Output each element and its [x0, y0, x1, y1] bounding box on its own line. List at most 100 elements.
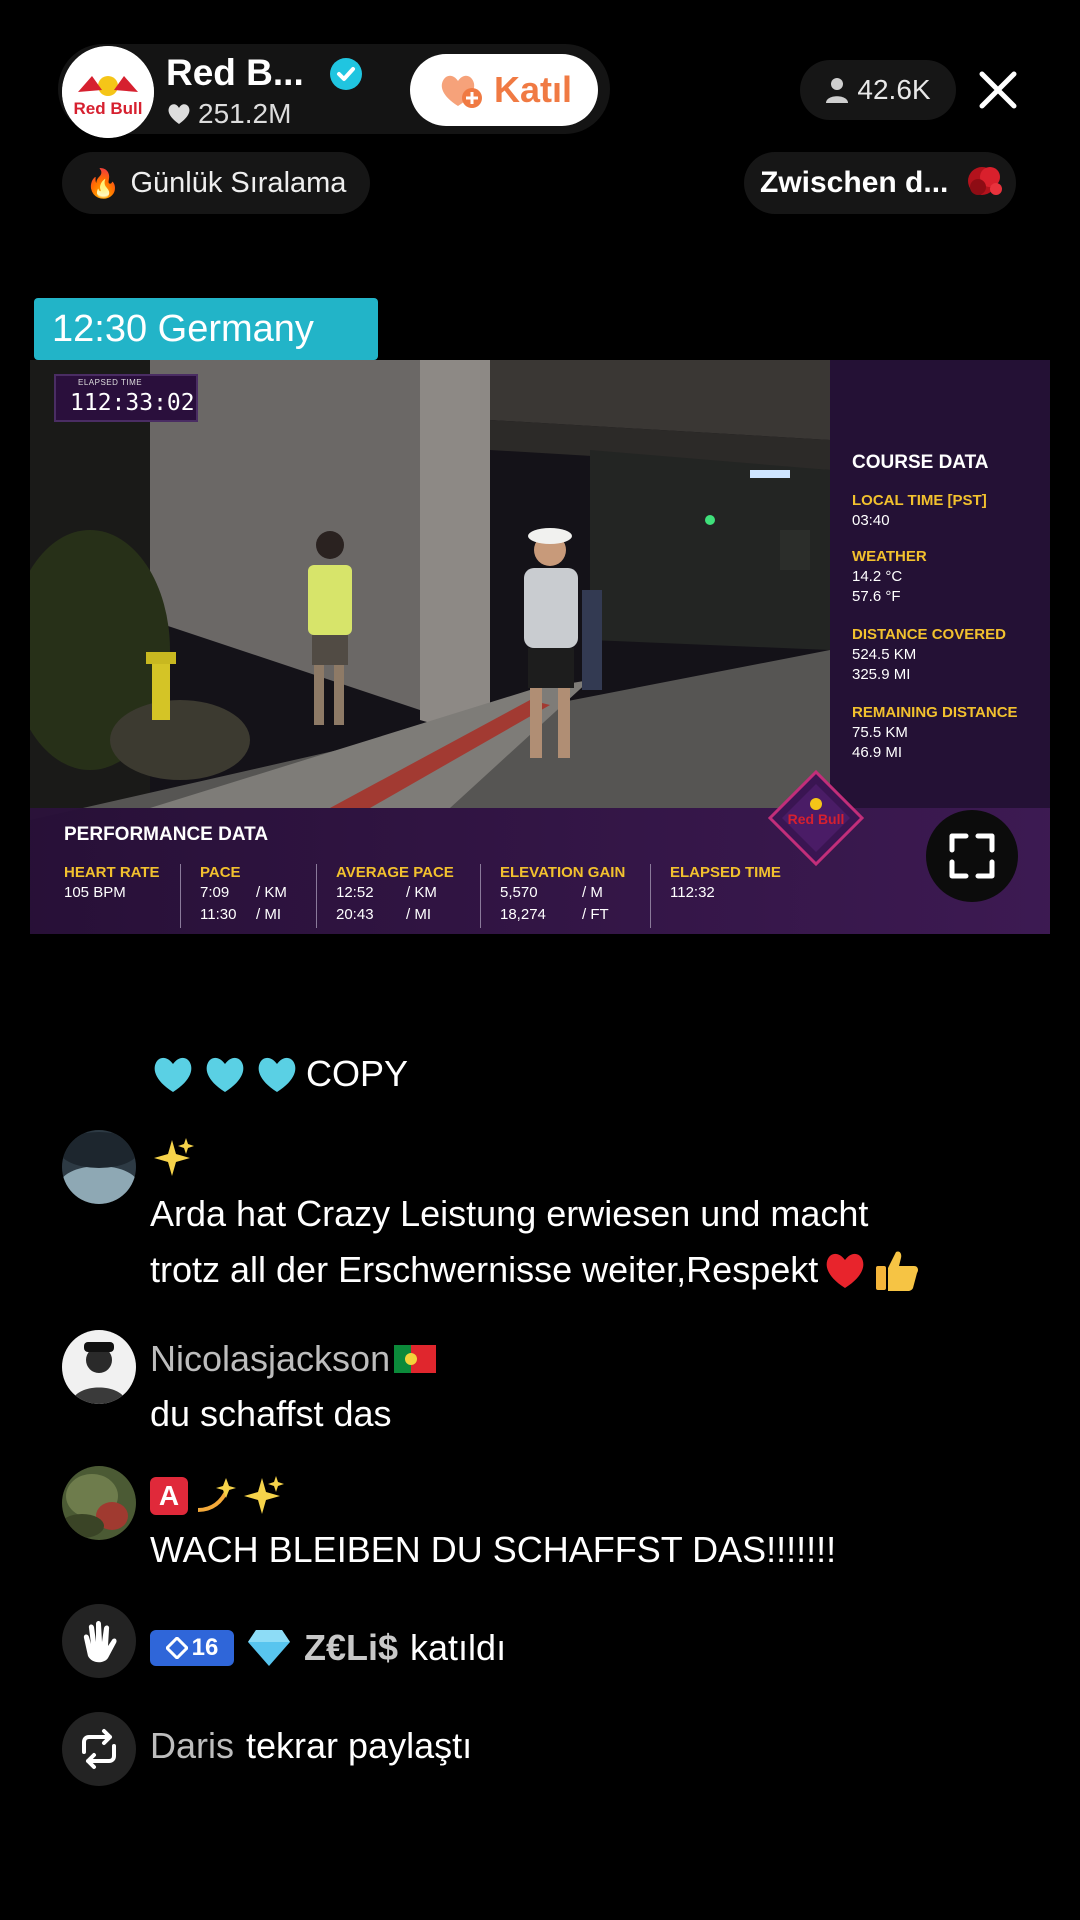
share-notice: Daris tekrar paylaştı: [150, 1718, 472, 1774]
pace-mi-value: 11:30: [200, 906, 237, 923]
chat-message-line: Arda hat Crazy Leistung erwiesen und mac…: [150, 1193, 869, 1234]
remaining-distance-label: REMAINING DISTANCE: [852, 704, 1018, 721]
person-icon: [826, 78, 849, 103]
level-gem-icon: [165, 1637, 188, 1659]
copy-text: COPY: [306, 1053, 409, 1094]
join-button[interactable]: Katıl: [410, 54, 598, 126]
rose-icon: [968, 167, 1003, 195]
chat-username-row[interactable]: Nicolasjackson: [150, 1338, 437, 1380]
repost-icon: [62, 1712, 136, 1786]
pace-label: PACE: [200, 864, 241, 881]
pace-km-unit: / KM: [256, 884, 287, 901]
divider: [480, 864, 481, 928]
chat-message-line: trotz all der Erschwernisse weiter,Respe…: [150, 1242, 922, 1298]
course-data-panel: COURSE DATA LOCAL TIME [PST] 03:40 WEATH…: [830, 360, 1050, 808]
dizzy-icon: [197, 1478, 236, 1512]
live-stream-video[interactable]: ELAPSED TIME 112:33:02 COURSE DATA LOCAL…: [30, 360, 1050, 934]
heart-rate-label: HEART RATE: [64, 864, 160, 881]
remaining-distance-km: 75.5 KM: [852, 724, 908, 741]
elapsed-time-short: 112:32: [670, 884, 715, 901]
chat-avatar[interactable]: [62, 1130, 136, 1204]
distance-covered-mi: 325.9 MI: [852, 666, 911, 683]
chat-avatar[interactable]: [62, 1330, 136, 1404]
daily-ranking-label: Günlük Sıralama: [130, 166, 347, 199]
elevation-ft-unit: / FT: [582, 906, 609, 923]
gift-goal-label: Zwischen d...: [760, 166, 949, 199]
chat-message-text: trotz all der Erschwernisse weiter,Respe…: [150, 1249, 819, 1290]
local-time-value: 03:40: [852, 512, 890, 529]
elapsed-time-label: ELAPSED TIME: [670, 864, 781, 881]
elevation-m-unit: / M: [582, 884, 603, 901]
divider: [180, 864, 181, 928]
host-name[interactable]: Red B...: [166, 52, 304, 94]
gift-goal-button[interactable]: Zwischen d...: [744, 152, 1016, 214]
chat-username[interactable]: Daris: [150, 1725, 234, 1767]
level-badge: 16: [150, 1630, 234, 1666]
divider: [316, 864, 317, 928]
chat-username[interactable]: Nicolasjackson: [150, 1338, 390, 1380]
time-badge: 12:30 Germany: [34, 298, 378, 360]
thumbs-up-icon: [876, 1251, 919, 1291]
average-pace-km-value: 12:52: [336, 884, 374, 901]
weather-fahrenheit: 57.6 °F: [852, 588, 901, 605]
average-pace-mi-value: 20:43: [336, 906, 374, 923]
chat-message-text: du schaffst das: [150, 1393, 392, 1434]
diamond-icon: [248, 1630, 290, 1666]
chat-message-copy: COPY: [150, 1046, 408, 1102]
flame-icon: 🔥: [85, 167, 121, 199]
chat-message-text: WACH BLEIBEN DU SCHAFFST DAS!!!!!!!: [150, 1529, 837, 1570]
weather-label: WEATHER: [852, 548, 927, 565]
fullscreen-button[interactable]: [926, 810, 1018, 902]
average-pace-mi-unit: / MI: [406, 906, 431, 923]
likes-count: 251.2M: [166, 98, 291, 130]
red-heart-icon: [826, 1253, 864, 1288]
performance-data-title: PERFORMANCE DATA: [64, 824, 269, 845]
joined-text: katıldı: [410, 1627, 507, 1668]
light-blue-heart-icon: [206, 1057, 244, 1092]
average-pace-km-unit: / KM: [406, 884, 437, 901]
portugal-flag-icon: [394, 1345, 437, 1373]
likes-value: 251.2M: [198, 98, 292, 129]
average-pace-label: AVERAGE PACE: [336, 864, 454, 881]
shared-text: tekrar paylaştı: [246, 1725, 473, 1766]
chat-username[interactable]: Z€Li$: [304, 1627, 398, 1669]
elevation-m-value: 5,570: [500, 884, 538, 901]
heart-icon: [168, 104, 190, 124]
elevation-gain-label: ELEVATION GAIN: [500, 864, 626, 881]
sparkles-icon: [244, 1476, 284, 1514]
fullscreen-icon: [949, 833, 995, 879]
host-avatar[interactable]: Red Bull: [62, 46, 154, 138]
elevation-ft-value: 18,274: [500, 906, 546, 923]
elapsed-time-overlay: ELAPSED TIME 112:33:02: [54, 374, 198, 422]
pace-mi-unit: / MI: [256, 906, 281, 923]
light-blue-heart-icon: [258, 1057, 296, 1092]
badge-text: Red Bull: [788, 811, 845, 827]
close-icon[interactable]: [974, 66, 1022, 114]
viewer-count: 42.6K: [857, 74, 931, 105]
letter-a-tag-icon: A: [150, 1477, 188, 1515]
divider: [650, 864, 651, 928]
join-label: Katıl: [493, 69, 572, 110]
elapsed-time-small-label: ELAPSED TIME: [78, 378, 143, 387]
performance-data-panel: PERFORMANCE DATA HEART RATE 105 BPM PACE…: [30, 808, 1050, 934]
chat-badges-row: A: [150, 1474, 284, 1518]
weather-celsius: 14.2 °C: [852, 568, 903, 585]
daily-ranking-button[interactable]: 🔥 Günlük Sıralama: [62, 152, 370, 214]
verified-badge-icon: [330, 58, 362, 90]
distance-covered-km: 524.5 KM: [852, 646, 917, 663]
local-time-label: LOCAL TIME [PST]: [852, 492, 987, 509]
red-bull-cyborg-season-logo: Red Bull: [768, 770, 864, 866]
distance-covered-label: DISTANCE COVERED: [852, 626, 1006, 643]
wave-icon: [62, 1604, 136, 1678]
light-blue-heart-icon: [154, 1057, 192, 1092]
elapsed-time-value: 112:33:02: [70, 390, 195, 416]
sparkles-icon: [154, 1138, 194, 1176]
course-data-title: COURSE DATA: [852, 452, 989, 473]
heart-plus-icon: [441, 75, 482, 108]
chat-avatar[interactable]: [62, 1466, 136, 1540]
remaining-distance-mi: 46.9 MI: [852, 744, 903, 761]
join-notice: 16 Z€Li$ katıldı: [150, 1620, 506, 1676]
heart-rate-value: 105 BPM: [64, 884, 126, 901]
viewer-count-pill[interactable]: 42.6K: [800, 60, 956, 120]
pace-km-value: 7:09: [200, 884, 230, 901]
